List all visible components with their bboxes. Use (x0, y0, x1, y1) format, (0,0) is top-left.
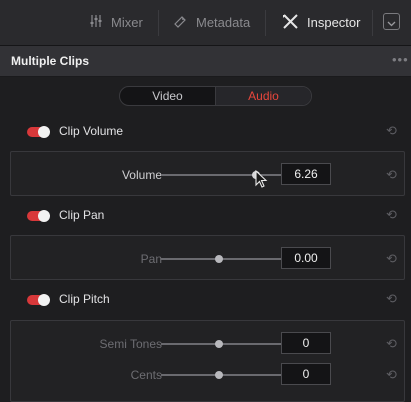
tab-inspector-label: Inspector (307, 15, 361, 30)
segment-audio[interactable]: Audio (215, 87, 311, 105)
tab-divider (372, 10, 373, 36)
segment-video[interactable]: Video (120, 87, 215, 105)
metadata-icon (173, 14, 188, 32)
tab-mixer[interactable]: Mixer (89, 0, 143, 45)
section-label: Clip Pan (59, 208, 105, 222)
clip-volume-box: Volume 6.26 ⟲ (10, 151, 405, 196)
panel-title: Multiple Clips (11, 54, 89, 68)
reset-icon[interactable]: ⟲ (385, 368, 398, 381)
tab-mixer-label: Mixer (111, 15, 143, 30)
tab-divider (158, 10, 159, 36)
section-label: Clip Pitch (59, 292, 110, 306)
panel-options-button[interactable] (383, 13, 400, 30)
semi-tones-slider-handle[interactable] (215, 340, 223, 348)
reset-icon[interactable]: ⟲ (385, 124, 398, 137)
reset-icon[interactable]: ⟲ (385, 337, 398, 350)
volume-value-field[interactable]: 6.26 (281, 163, 331, 185)
param-row-pan: Pan 0.00 ⟲ (11, 247, 406, 271)
clip-pan-toggle[interactable] (27, 210, 50, 222)
reset-icon[interactable]: ⟲ (385, 252, 398, 265)
param-row-volume: Volume 6.26 ⟲ (11, 163, 406, 187)
clip-volume-toggle[interactable] (27, 126, 50, 138)
tab-inspector[interactable]: Inspector (282, 0, 360, 45)
section-clip-pitch: Clip Pitch ⟲ (0, 289, 411, 311)
section-clip-volume: Clip Volume ⟲ (0, 121, 411, 143)
inspector-header: Multiple Clips ••• (0, 46, 411, 77)
param-label: Semi Tones (99, 337, 162, 351)
mouse-cursor-icon (255, 169, 269, 195)
reset-icon[interactable]: ⟲ (385, 168, 398, 181)
tab-metadata[interactable]: Metadata (173, 0, 250, 45)
pan-value-field[interactable]: 0.00 (281, 247, 331, 269)
section-clip-pan: Clip Pan ⟲ (0, 205, 411, 227)
mixer-icon (89, 14, 103, 31)
param-label: Pan (140, 252, 162, 266)
pan-slider-handle[interactable] (215, 255, 223, 263)
top-tab-bar: Mixer Metadata Inspector (0, 0, 411, 46)
cents-slider-handle[interactable] (215, 371, 223, 379)
more-options-icon[interactable]: ••• (392, 52, 409, 67)
tab-metadata-label: Metadata (196, 15, 251, 30)
reset-icon[interactable]: ⟲ (385, 292, 398, 305)
param-label: Cents (130, 368, 162, 382)
param-row-semi-tones: Semi Tones 0 ⟲ (11, 332, 406, 356)
clip-pitch-box: Semi Tones 0 ⟲ Cents 0 ⟲ (10, 320, 405, 402)
tab-divider (265, 10, 266, 36)
semi-tones-value-field[interactable]: 0 (281, 332, 331, 354)
clip-pan-box: Pan 0.00 ⟲ (10, 235, 405, 280)
cents-value-field[interactable]: 0 (281, 363, 331, 385)
section-label: Clip Volume (59, 124, 124, 138)
reset-icon[interactable]: ⟲ (385, 208, 398, 221)
inspector-icon (282, 13, 299, 32)
clip-pitch-toggle[interactable] (27, 294, 50, 306)
param-label: Volume (121, 168, 162, 182)
chevron-down-icon (387, 15, 396, 33)
video-audio-toggle: Video Audio (119, 86, 312, 106)
param-row-cents: Cents 0 ⟲ (11, 363, 406, 387)
